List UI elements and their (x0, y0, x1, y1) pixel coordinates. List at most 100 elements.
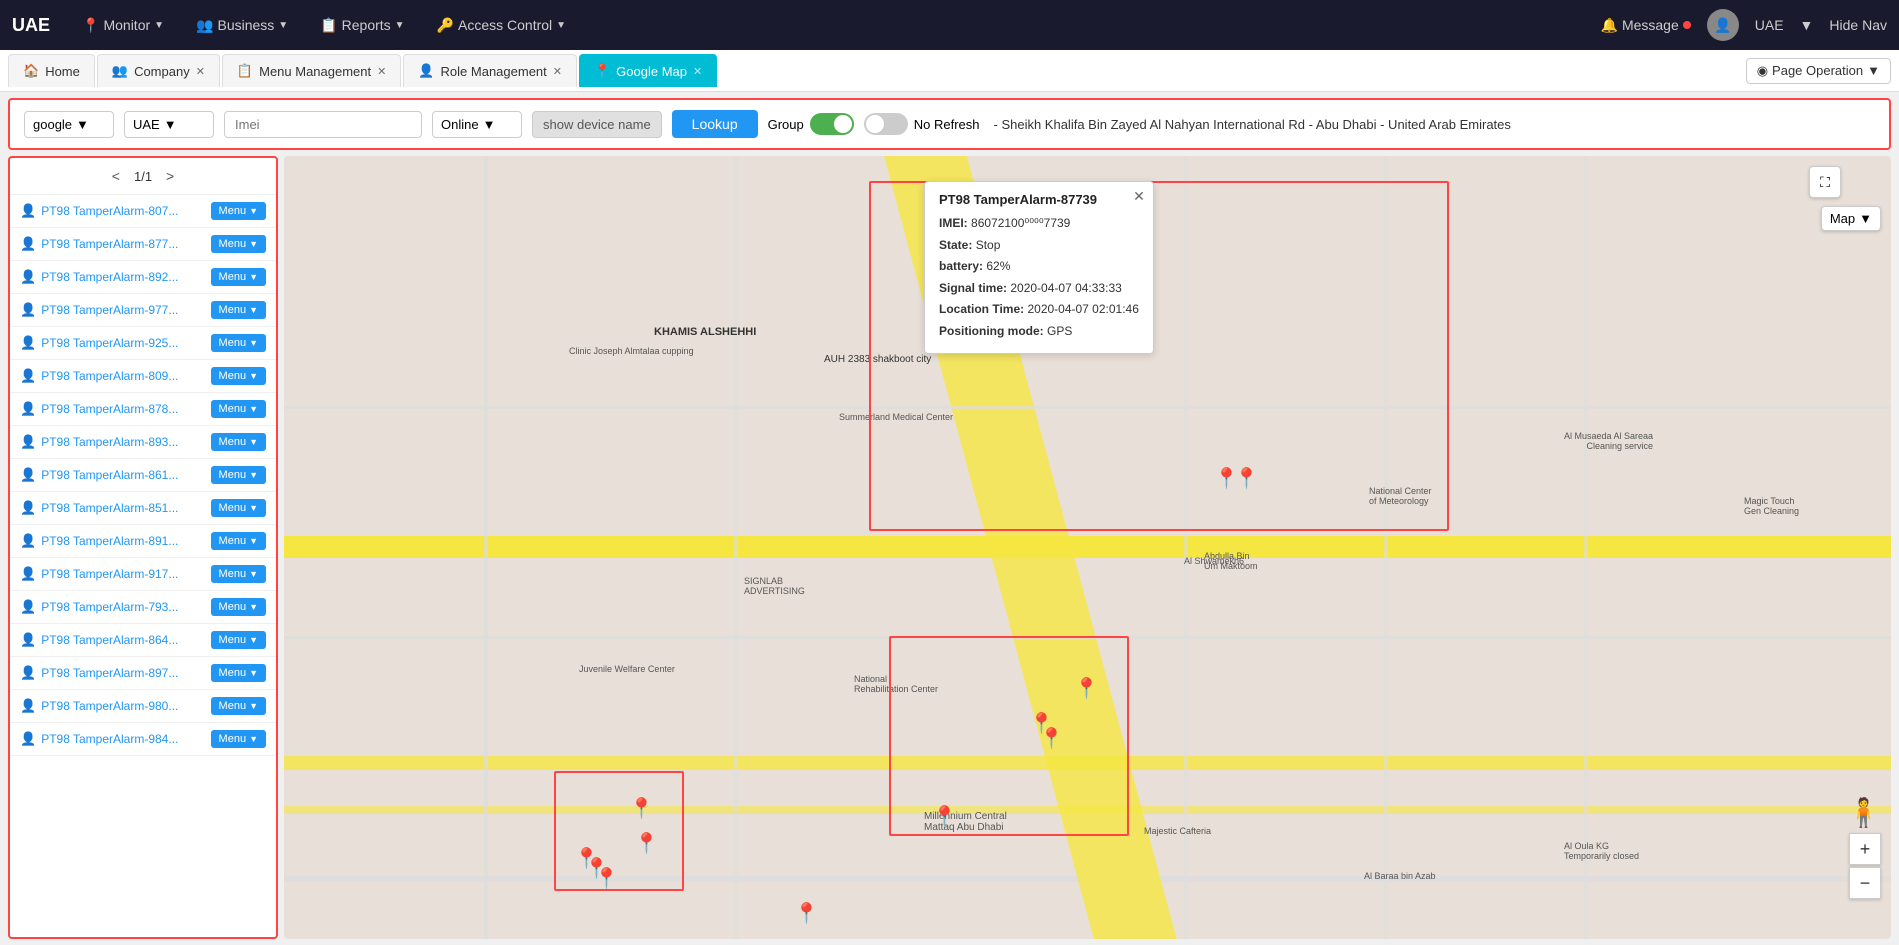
list-item: 👤 PT98 TamperAlarm-892... Menu ▼ (10, 261, 276, 294)
message-button[interactable]: 🔔 Message (1601, 17, 1691, 34)
device-name[interactable]: 👤 PT98 TamperAlarm-877... (20, 236, 211, 252)
close-tab-map[interactable]: ✕ (693, 65, 702, 78)
device-status-icon: 👤 (20, 467, 36, 483)
list-item: 👤 PT98 TamperAlarm-977... Menu ▼ (10, 294, 276, 327)
group-toggle-switch[interactable] (810, 113, 854, 135)
map-label-abdulla: Abdulla BinUm Maktoom (1204, 551, 1258, 571)
device-name[interactable]: 👤 PT98 TamperAlarm-851... (20, 500, 211, 516)
device-name-text: PT98 TamperAlarm-877... (41, 237, 178, 251)
device-menu-button[interactable]: Menu ▼ (211, 466, 266, 484)
device-menu-button[interactable]: Menu ▼ (211, 433, 266, 451)
device-list: 👤 PT98 TamperAlarm-807... Menu ▼ 👤 PT98 … (10, 195, 276, 937)
page-operation-button[interactable]: ◉ Page Operation ▼ (1746, 58, 1891, 84)
device-name[interactable]: 👤 PT98 TamperAlarm-878... (20, 401, 211, 417)
close-popup-button[interactable]: ✕ (1133, 188, 1145, 205)
device-name[interactable]: 👤 PT98 TamperAlarm-809... (20, 368, 211, 384)
map-pin-2[interactable]: 📍 (1234, 466, 1259, 491)
street-view-button[interactable]: 🧍 (1846, 796, 1881, 829)
next-page-button[interactable]: > (160, 166, 180, 186)
group-label: Group (768, 117, 804, 132)
source-select[interactable]: google ▼ (24, 111, 114, 138)
device-name[interactable]: 👤 PT98 TamperAlarm-980... (20, 698, 211, 714)
map-pin-red-1[interactable]: 📍 (629, 796, 654, 821)
imei-input[interactable] (224, 111, 422, 138)
no-refresh-switch[interactable] (864, 113, 908, 135)
nav-access-control[interactable]: 🔑 Access Control ▼ (429, 13, 575, 38)
show-device-name-button[interactable]: show device name (532, 111, 662, 138)
prev-page-button[interactable]: < (106, 166, 126, 186)
map-label-magic: Magic TouchGen Cleaning (1744, 496, 1799, 516)
group-toggle[interactable]: Group (768, 113, 854, 135)
map-pin-6[interactable]: 📍 (932, 804, 957, 829)
list-item: 👤 PT98 TamperAlarm-878... Menu ▼ (10, 393, 276, 426)
zoom-in-button[interactable]: + (1849, 833, 1881, 865)
device-menu-button[interactable]: Menu ▼ (211, 202, 266, 220)
zoom-out-button[interactable]: − (1849, 867, 1881, 899)
device-menu-button[interactable]: Menu ▼ (211, 631, 266, 649)
map-fullscreen-button[interactable]: ⛶ (1809, 166, 1841, 198)
map-pin-red-2[interactable]: 📍 (634, 831, 659, 856)
no-refresh-toggle[interactable]: No Refresh (864, 113, 980, 135)
device-name[interactable]: 👤 PT98 TamperAlarm-984... (20, 731, 211, 747)
device-status-icon: 👤 (20, 203, 36, 219)
status-select[interactable]: Online ▼ (432, 111, 522, 138)
device-name-text: PT98 TamperAlarm-977... (41, 303, 178, 317)
device-menu-button[interactable]: Menu ▼ (211, 598, 266, 616)
device-name[interactable]: 👤 PT98 TamperAlarm-864... (20, 632, 211, 648)
map-type-selector[interactable]: Map ▼ (1821, 206, 1881, 231)
device-menu-button[interactable]: Menu ▼ (211, 367, 266, 385)
list-item: 👤 PT98 TamperAlarm-891... Menu ▼ (10, 525, 276, 558)
chevron-down-icon: ▼ (249, 536, 258, 546)
tab-menu-management[interactable]: 📋 Menu Management ✕ (222, 54, 401, 87)
tabs-bar: 🏠 Home 👥 Company ✕ 📋 Menu Management ✕ 👤… (0, 50, 1899, 92)
tab-role-management[interactable]: 👤 Role Management ✕ (403, 54, 577, 87)
app-logo: UAE (12, 15, 50, 36)
device-menu-button[interactable]: Menu ▼ (211, 565, 266, 583)
device-name[interactable]: 👤 PT98 TamperAlarm-793... (20, 599, 211, 615)
device-menu-button[interactable]: Menu ▼ (211, 532, 266, 550)
map-pin-3[interactable]: 📍 (1074, 676, 1099, 701)
nav-monitor[interactable]: 📍 Monitor ▼ (74, 13, 172, 38)
map-pin-red-5[interactable]: 📍 (594, 866, 619, 891)
lookup-button[interactable]: Lookup (672, 110, 758, 138)
device-menu-button[interactable]: Menu ▼ (211, 697, 266, 715)
region-select[interactable]: UAE ▼ (124, 111, 214, 138)
map-tab-icon: 📍 (594, 63, 610, 79)
list-item: 👤 PT98 TamperAlarm-980... Menu ▼ (10, 690, 276, 723)
device-menu-button[interactable]: Menu ▼ (211, 499, 266, 517)
device-name[interactable]: 👤 PT98 TamperAlarm-891... (20, 533, 211, 549)
map-pin-5[interactable]: 📍 (1039, 726, 1064, 751)
device-menu-button[interactable]: Menu ▼ (211, 268, 266, 286)
tab-home[interactable]: 🏠 Home (8, 54, 95, 87)
device-name[interactable]: 👤 PT98 TamperAlarm-897... (20, 665, 211, 681)
device-name[interactable]: 👤 PT98 TamperAlarm-893... (20, 434, 211, 450)
device-name[interactable]: 👤 PT98 TamperAlarm-925... (20, 335, 211, 351)
device-name[interactable]: 👤 PT98 TamperAlarm-892... (20, 269, 211, 285)
chevron-down-icon: ▼ (76, 117, 89, 132)
device-menu-button[interactable]: Menu ▼ (211, 730, 266, 748)
user-avatar[interactable]: 👤 (1707, 9, 1739, 41)
tab-google-map[interactable]: 📍 Google Map ✕ (579, 54, 717, 87)
device-menu-button[interactable]: Menu ▼ (211, 235, 266, 253)
device-status-icon: 👤 (20, 632, 36, 648)
device-name[interactable]: 👤 PT98 TamperAlarm-917... (20, 566, 211, 582)
device-menu-button[interactable]: Menu ▼ (211, 400, 266, 418)
device-name[interactable]: 👤 PT98 TamperAlarm-807... (20, 203, 211, 219)
tab-company[interactable]: 👥 Company ✕ (97, 54, 220, 87)
device-name[interactable]: 👤 PT98 TamperAlarm-861... (20, 467, 211, 483)
hide-nav-button[interactable]: Hide Nav (1829, 17, 1887, 33)
nav-business[interactable]: 👥 Business ▼ (188, 13, 296, 38)
list-item: 👤 PT98 TamperAlarm-897... Menu ▼ (10, 657, 276, 690)
close-tab-role[interactable]: ✕ (553, 65, 562, 78)
device-name[interactable]: 👤 PT98 TamperAlarm-977... (20, 302, 211, 318)
nav-reports[interactable]: 📋 Reports ▼ (312, 13, 412, 38)
close-tab-company[interactable]: ✕ (196, 65, 205, 78)
device-menu-button[interactable]: Menu ▼ (211, 334, 266, 352)
device-menu-button[interactable]: Menu ▼ (211, 301, 266, 319)
map-label-khamis: KHAMIS ALSHEHHI (654, 326, 756, 338)
device-menu-button[interactable]: Menu ▼ (211, 664, 266, 682)
map-background[interactable]: KHAMIS ALSHEHHI AUH 2383 shakboot city C… (284, 156, 1891, 939)
close-tab-menu[interactable]: ✕ (377, 65, 386, 78)
chevron-down-icon: ▼ (556, 20, 566, 31)
map-pin-7[interactable]: 📍 (794, 901, 819, 926)
